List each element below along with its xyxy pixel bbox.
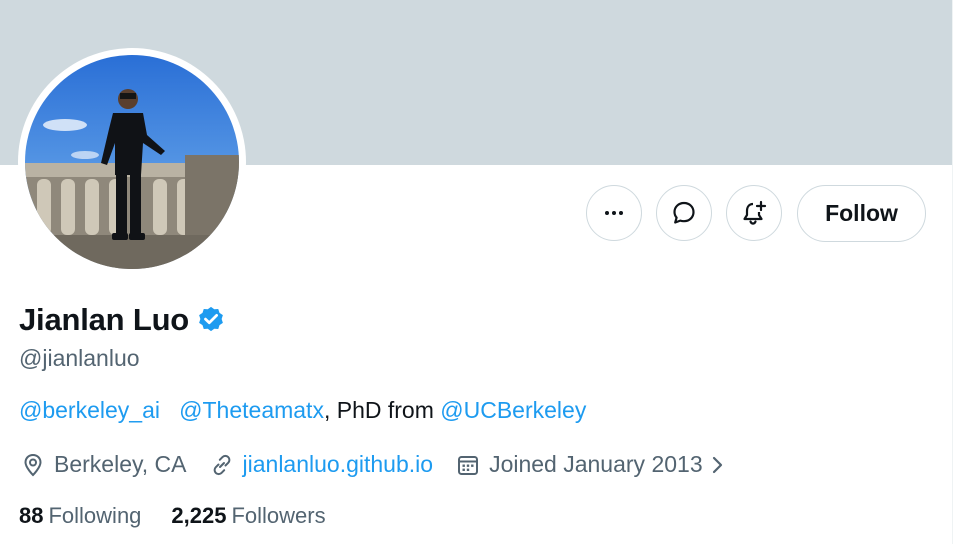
verified-badge-icon[interactable] xyxy=(196,305,226,335)
bell-plus-icon xyxy=(743,200,767,225)
location-text: Berkeley, CA xyxy=(54,451,187,477)
bio: @berkeley_ai @Theteamatx, PhD from @UCBe… xyxy=(19,397,586,424)
display-name: Jianlan Luo xyxy=(19,302,190,337)
following-label: Following xyxy=(48,503,142,528)
profile-meta: Berkeley, CA jianlanluo.github.io Joined… xyxy=(20,451,755,478)
followers-label: Followers xyxy=(231,503,326,528)
website-item: jianlanluo.github.io xyxy=(209,451,434,478)
followers-stat[interactable]: 2,225 Followers xyxy=(171,503,325,529)
more-button[interactable] xyxy=(586,185,642,241)
avatar[interactable] xyxy=(25,55,239,269)
website-link[interactable]: jianlanluo.github.io xyxy=(243,451,434,478)
bio-mention-ucberkeley[interactable]: @UCBerkeley xyxy=(440,397,586,423)
follow-stats: 88 Following 2,225 Followers xyxy=(19,503,356,529)
followers-count: 2,225 xyxy=(171,503,227,528)
bio-spacer xyxy=(160,397,179,423)
handle: @jianlanluo xyxy=(19,345,140,371)
follow-button[interactable]: Follow xyxy=(797,185,926,242)
bio-text: , PhD from xyxy=(323,397,441,423)
bio-mention-theteamatx[interactable]: @Theteamatx xyxy=(179,397,324,423)
notify-button[interactable] xyxy=(726,185,782,241)
calendar-icon xyxy=(458,455,479,475)
joined-item[interactable]: Joined January 2013 xyxy=(455,451,733,478)
following-count: 88 xyxy=(19,503,44,528)
joined-text: Joined January 2013 xyxy=(489,451,703,477)
message-button[interactable] xyxy=(656,185,712,241)
column-divider xyxy=(952,0,953,544)
location-pin-icon xyxy=(24,453,42,476)
location-item: Berkeley, CA xyxy=(20,451,187,478)
following-stat[interactable]: 88 Following xyxy=(19,503,141,529)
link-icon xyxy=(213,454,230,475)
bio-mention-berkeley-ai[interactable]: @berkeley_ai xyxy=(19,397,160,423)
name-row: Jianlan Luo xyxy=(19,302,226,338)
chevron-right-icon xyxy=(712,456,722,473)
avatar-photo xyxy=(25,55,239,269)
message-bubble-icon xyxy=(673,201,695,224)
more-horizontal-icon xyxy=(605,211,623,215)
